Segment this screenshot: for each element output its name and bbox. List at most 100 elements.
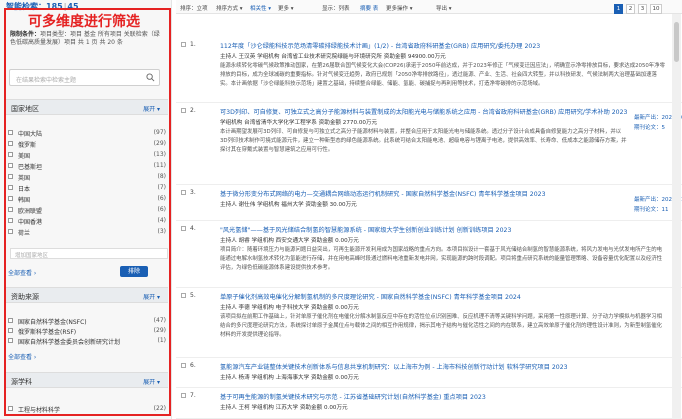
filter-item[interactable]: 巴基斯坦 (11): [8, 161, 166, 171]
filter-count: (11): [153, 162, 166, 169]
filter-checkbox[interactable]: [8, 152, 13, 157]
filter-item[interactable]: 中国大陆 (97): [8, 128, 166, 138]
page-button[interactable]: 2: [626, 4, 635, 14]
filter-item[interactable]: 中国香港 (4): [8, 216, 167, 226]
exclude-button[interactable]: 排除: [120, 266, 148, 277]
section-funding-header[interactable]: 资助来源 展开 ▾: [6, 287, 168, 303]
result-record: 4. "风光氢储"——基于风光储结合制氢的智慧能源系统 - 国家级大学生创新创业训…: [176, 221, 682, 288]
page-button[interactable]: 3: [638, 4, 647, 14]
record-abstract: 本计画期望发展可3D列印、可自修复与可独立式之高分子能源材料与装置，并整合应用于…: [220, 129, 627, 153]
record-number: 7.: [190, 392, 196, 399]
filter-checkbox[interactable]: [8, 196, 13, 201]
filter-label: 巴基斯坦: [18, 164, 43, 171]
filter-checkbox[interactable]: [8, 229, 13, 234]
filter-sidebar: 智能检索：185|45 可多维度进行筛选 限制条件：项目类型：项目 基金 所有项…: [0, 0, 172, 419]
conditions-label: 限制条件：: [10, 31, 41, 38]
filter-checkbox[interactable]: [8, 338, 13, 343]
journal-count[interactable]: 期刊论文：5: [634, 123, 665, 131]
filter-count: (6): [157, 195, 167, 202]
scrollbar-thumb[interactable]: [674, 22, 679, 62]
journal-count[interactable]: 期刊论文：11: [634, 205, 669, 213]
filter-item[interactable]: 美国 (13): [8, 150, 166, 160]
toolbar-item[interactable]: 显示：列表: [322, 4, 350, 12]
toolbar-item[interactable]: 排序：立项: [180, 4, 208, 12]
filter-item[interactable]: 荷兰 (3): [8, 227, 167, 237]
toolbar-item[interactable]: 摘要 表: [360, 4, 378, 12]
filter-checkbox[interactable]: [8, 218, 13, 223]
section-region-header[interactable]: 国家地区 展开 ▾: [6, 99, 168, 115]
record-title[interactable]: 氢能源汽车产业链整体关键技术创新体系与信息共享机制研究：以上海市为例 - 上海市…: [220, 362, 568, 371]
scrollbar[interactable]: [672, 14, 681, 419]
filter-item[interactable]: 欧洲联盟 (6): [8, 205, 166, 215]
record-checkbox[interactable]: [181, 363, 186, 368]
expand-link[interactable]: 展开 ▾: [143, 377, 160, 386]
filter-count: (13): [153, 151, 166, 158]
page-button[interactable]: 1: [614, 4, 623, 14]
result-record: 2. 可3D列印、可自修复、可独立式之高分子能源材料与装置制成的太阳能光电与储能系…: [176, 103, 682, 185]
record-abstract: 项目简介：随着环境压力与能源问题日益突出，可再生能源开发利用成为国家战略的重点方…: [220, 247, 663, 271]
record-checkbox[interactable]: [181, 108, 186, 113]
filter-checkbox[interactable]: [8, 130, 13, 135]
record-checkbox[interactable]: [181, 42, 186, 47]
toolbar-item[interactable]: 更多操作 ▾: [386, 4, 413, 12]
separator: |: [63, 2, 67, 11]
search-placeholder: 在结果检索中检索主题: [16, 77, 77, 84]
result-record: 3. 基于微分形变分布式网络的电力—交通耦合网络动态运行机制研究 - 国家自然科学…: [176, 185, 682, 221]
view-all-regions-link[interactable]: 全部查看 ›: [8, 268, 36, 277]
record-meta: 主持人 胡睿 学组机构 西安交通大学 资助金额 0.00万元: [220, 238, 359, 244]
filter-checkbox[interactable]: [8, 174, 13, 179]
record-meta: 主持人 李德 学组机构 电子科技大学 资助金额 0.00万元: [220, 305, 359, 311]
filter-checkbox[interactable]: [8, 406, 13, 411]
record-title[interactable]: 可3D列印、可自修复、可独立式之高分子能源材料与装置制成的太阳能光电与储能系统之…: [220, 107, 627, 116]
filter-checkbox[interactable]: [8, 318, 13, 323]
record-title[interactable]: 单原子催化剂高效电催化分解制氢机制的多尺度理论研究 - 国家自然科学基金(NSF…: [220, 292, 521, 301]
filter-checkbox[interactable]: [8, 163, 13, 168]
toolbar-item[interactable]: 排序方式 ▾: [216, 4, 243, 12]
record-meta: 主持人 谢仕伟 学组机构 福州大学 资助金额 30.00万元: [220, 202, 357, 208]
record-checkbox[interactable]: [181, 293, 186, 298]
filter-item[interactable]: 韩国 (6): [8, 194, 167, 204]
result-search-input[interactable]: 在结果检索中检索主题: [9, 69, 160, 86]
filter-checkbox[interactable]: [8, 207, 13, 212]
filter-count: (4): [157, 217, 167, 224]
record-title[interactable]: 112年度「沙仑绿能科技示范场清零碳排绿能技术计画」(1/2) - 台湾省政府科…: [220, 41, 540, 50]
record-checkbox[interactable]: [181, 226, 186, 231]
region-filter-input[interactable]: 增加国家地区: [10, 248, 168, 259]
toolbar-item[interactable]: 相关性 ▾: [250, 4, 271, 12]
record-number: 1.: [190, 41, 196, 48]
record-title[interactable]: 基于可再生能源的制氢关键技术研究与示范 - 江苏省基础研究计划(自然科学基金) …: [220, 392, 486, 401]
filter-count: (8): [157, 173, 167, 180]
expand-link[interactable]: 展开 ▾: [143, 292, 160, 301]
search-icon[interactable]: [146, 73, 155, 82]
filter-item[interactable]: 英国 (8): [8, 172, 167, 182]
filter-checkbox[interactable]: [8, 185, 13, 190]
record-checkbox[interactable]: [181, 190, 186, 195]
filter-checkbox[interactable]: [8, 141, 13, 146]
expand-link[interactable]: 展开 ▾: [143, 104, 160, 113]
result-record: 7. 基于可再生能源的制氢关键技术研究与示范 - 江苏省基础研究计划(自然科学基金…: [176, 388, 682, 419]
filter-count: (7): [157, 184, 167, 191]
filter-item[interactable]: 俄罗斯科学基金(RSF) (29): [8, 326, 166, 336]
record-abstract: 能源永续转化零碳气候政策推动国家，在第26届联合国气候变化大会(COP26)承诺…: [220, 63, 665, 87]
filter-checkbox[interactable]: [8, 328, 13, 333]
record-number: 3.: [190, 189, 196, 196]
record-checkbox[interactable]: [181, 393, 186, 398]
page-button[interactable]: 10: [650, 4, 662, 14]
filter-count: (1): [157, 337, 167, 344]
filter-item[interactable]: 工程与材料科学 (22): [8, 404, 166, 414]
filter-label: 俄罗斯: [18, 142, 37, 149]
record-title[interactable]: 基于微分形变分布式网络的电力—交通耦合网络动态运行机制研究 - 国家自然科学基金…: [220, 189, 546, 198]
section-title: 国家地区: [11, 105, 39, 113]
section-subject-header[interactable]: 源学科 展开 ▾: [6, 372, 168, 388]
toolbar-item[interactable]: 更多 ▾: [278, 4, 294, 12]
toolbar-item[interactable]: 导出 ▾: [436, 4, 452, 12]
filter-item[interactable]: 俄罗斯 (29): [8, 139, 166, 149]
filter-item[interactable]: 国家自然科学基金(NSFC) (47): [8, 316, 166, 326]
result-label: 智能检索：: [6, 2, 46, 11]
section-title: 资助来源: [11, 293, 39, 301]
view-all-funding-link[interactable]: 全部查看 ›: [8, 352, 36, 361]
filter-item[interactable]: 日本 (7): [8, 183, 167, 193]
filter-item[interactable]: 国家自然科学基金委员会创新研究计划 (1): [8, 336, 167, 346]
filter-count: (3): [157, 228, 167, 235]
record-title[interactable]: "风光氢储"——基于风光储结合制氢的智慧能源系统 - 国家级大学生创新创业训练计…: [220, 225, 511, 234]
